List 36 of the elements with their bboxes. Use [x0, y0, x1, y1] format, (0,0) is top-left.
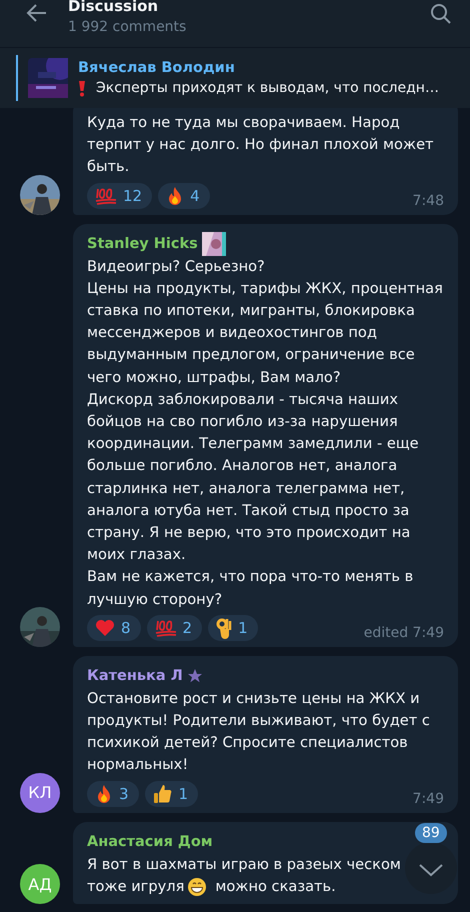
message-text: Остановите рост и снизьте цены на ЖКХ и продукты! Родители выживают, что будет с психикой детей? Спросите специалистов нормальных! [87, 688, 431, 776]
author-name: Катенька Л [87, 668, 183, 684]
pinned-author: Вячеслав Володин [78, 59, 236, 78]
avatar: АД [20, 864, 60, 904]
grinning-face-icon [187, 876, 208, 897]
reaction-chip[interactable]: 2 [146, 614, 202, 641]
message-text: Видеоигры? Серьезно? Цены на продукты, тарифы ЖКХ, процентная ставка по ипотеки, мигранты, блокировка мессенджеров и видеохостингов под выдуманным предлогом, ограничение все чего можно, штрафы, Вам мало? Дискорд заблокировали - тысяча наших бойцов на сво погибло из-за нарушения координации. Телеграмм замедлили - еще больше погибло. Аналогов нет, аналога старлинка нет, аналога телеграмма нет, аналога ютуба нет. Такой стыд просто за страну. Я не верю, что это происходит на моих глазах. Вам не кажется, что пора что-то менять в лучшую сторону? [87, 256, 444, 610]
message-time: edited 7:49 [364, 624, 444, 641]
message-text: Куда то не туда мы сворачиваем. Народ терпит у нас долго. Но финал плохой может быть. [87, 113, 435, 178]
pinned-text: Эксперты приходят к выводам, что последн… [96, 79, 439, 98]
comment-count: 1 992 comments [68, 18, 188, 37]
message-text: можно сказать. [215, 876, 336, 897]
hundred-icon [95, 186, 117, 206]
chevron-down-icon [418, 862, 444, 876]
exclamation-icon [78, 80, 86, 96]
author-name: Stanley Hicks [87, 236, 198, 252]
message-text: Я вот в шахматы играю в разеых ческом [87, 854, 401, 875]
pinned-message-bar[interactable]: Вячеслав Володин Эксперты приходят к выводам, что последн… [0, 47, 470, 108]
message-time: 7:48 [412, 192, 444, 209]
message-text: тоже игруля [87, 876, 184, 897]
star-icon [186, 668, 203, 684]
reaction-chip[interactable]: 4 [158, 182, 210, 209]
avatar: КЛ [20, 772, 60, 813]
back-icon[interactable] [26, 3, 48, 23]
reaction-chip[interactable]: 1 [208, 614, 258, 641]
reaction-chip[interactable]: 1 [144, 780, 198, 807]
message-time: 7:49 [412, 790, 444, 807]
fire-icon [95, 784, 113, 804]
heart-icon [95, 618, 115, 637]
reaction-chip[interactable]: 3 [87, 780, 139, 807]
reaction-chip[interactable]: 8 [87, 614, 141, 641]
reaction-chip[interactable]: 12 [87, 182, 152, 209]
thumbs-up-icon [152, 784, 173, 804]
author-name: Анастасия Дом [87, 834, 213, 850]
hundred-icon [154, 618, 177, 638]
search-icon[interactable] [430, 3, 452, 25]
